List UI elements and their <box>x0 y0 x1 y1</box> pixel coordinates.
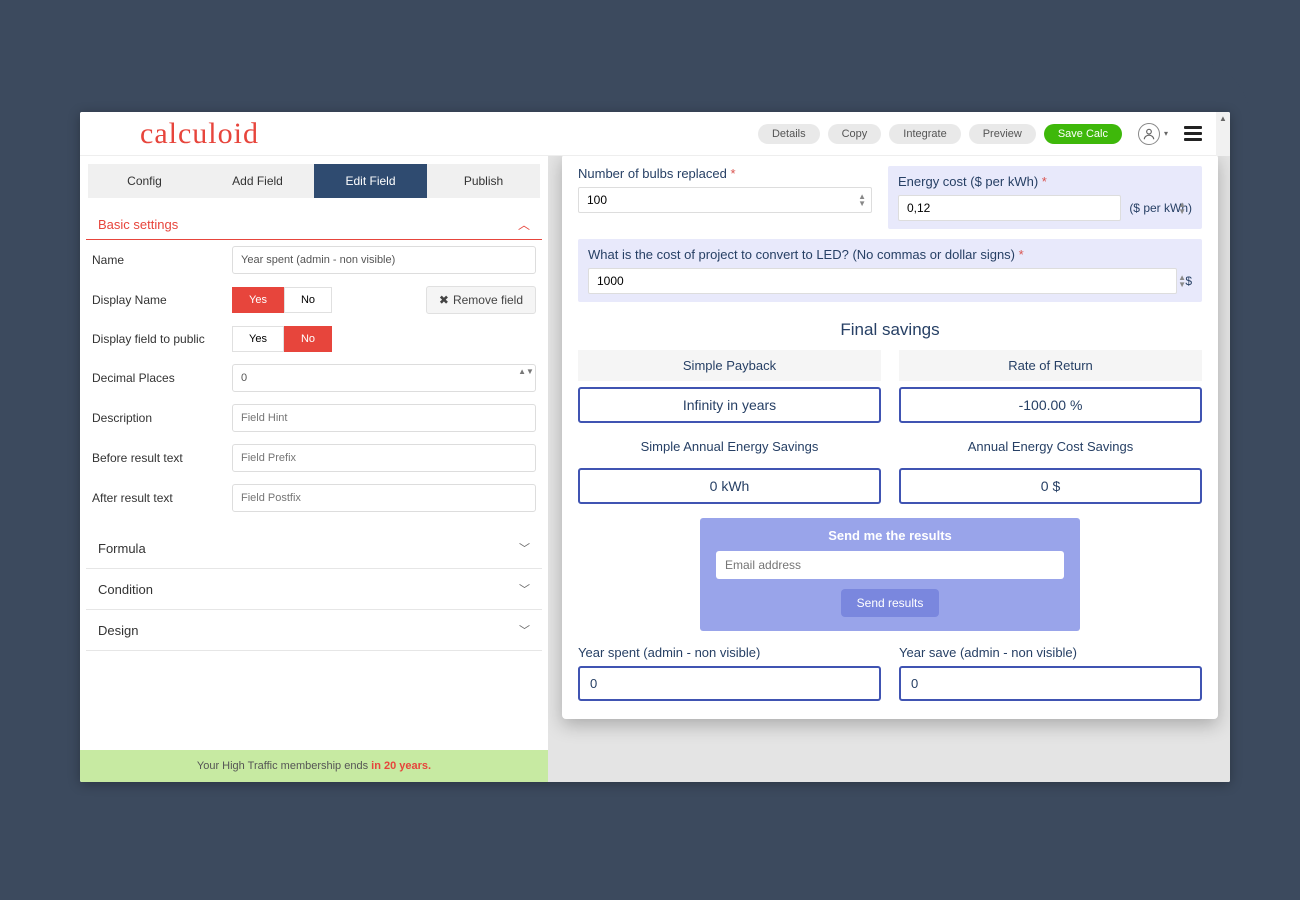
basic-settings-label: Basic settings <box>98 217 178 232</box>
chevron-down-icon: ﹀ <box>519 622 530 638</box>
annual-cost-label: Annual Energy Cost Savings <box>899 431 1202 462</box>
description-input[interactable] <box>232 404 536 432</box>
bulbs-stepper-icon[interactable]: ▲▼ <box>858 193 866 207</box>
after-label: After result text <box>92 491 232 505</box>
annual-energy-label: Simple Annual Energy Savings <box>578 431 881 462</box>
remove-field-label: Remove field <box>453 293 523 307</box>
energy-stepper-icon[interactable]: ▲▼ <box>1178 201 1186 215</box>
send-results-button[interactable]: Send results <box>841 589 940 617</box>
accordion-formula[interactable]: Formula ﹀ <box>86 528 542 569</box>
cost-unit: $ <box>1185 274 1192 288</box>
tab-config[interactable]: Config <box>88 164 201 198</box>
details-button[interactable]: Details <box>758 124 820 144</box>
copy-button[interactable]: Copy <box>828 124 882 144</box>
year-save-label: Year save (admin - non visible) <box>899 645 1202 660</box>
name-input[interactable] <box>232 246 536 274</box>
display-public-yes[interactable]: Yes <box>232 326 284 352</box>
cost-label: What is the cost of project to convert t… <box>588 247 1192 262</box>
topbar: calculoid Details Copy Integrate Preview… <box>80 112 1230 156</box>
description-label: Description <box>92 411 232 425</box>
hamburger-menu-icon[interactable] <box>1184 126 1202 141</box>
display-name-label: Display Name <box>92 293 232 307</box>
remove-field-button[interactable]: ✖ Remove field <box>426 286 536 314</box>
accordion-formula-label: Formula <box>98 541 146 556</box>
membership-text: Your High Traffic membership ends <box>197 760 371 772</box>
year-save-value: 0 <box>899 666 1202 701</box>
display-name-yes[interactable]: Yes <box>232 287 284 313</box>
decimal-input[interactable] <box>232 364 536 392</box>
preview-button[interactable]: Preview <box>969 124 1036 144</box>
accordion-design[interactable]: Design ﹀ <box>86 610 542 651</box>
save-calc-button[interactable]: Save Calc <box>1044 124 1122 144</box>
payback-label: Simple Payback <box>578 350 881 381</box>
display-name-no[interactable]: No <box>284 287 332 313</box>
energy-label: Energy cost ($ per kWh) * <box>898 174 1192 189</box>
ror-value: -100.00 % <box>899 387 1202 423</box>
display-public-no[interactable]: No <box>284 326 332 352</box>
before-input[interactable] <box>232 444 536 472</box>
send-results-card: Send me the results Send results <box>700 518 1080 631</box>
ror-label: Rate of Return <box>899 350 1202 381</box>
chevron-down-icon: ﹀ <box>519 581 530 597</box>
year-spent-value: 0 <box>578 666 881 701</box>
final-savings-heading: Final savings <box>578 320 1202 340</box>
tab-publish[interactable]: Publish <box>427 164 540 198</box>
energy-input[interactable] <box>898 195 1121 221</box>
before-label: Before result text <box>92 451 232 465</box>
name-label: Name <box>92 253 232 267</box>
display-public-label: Display field to public <box>92 332 232 346</box>
send-title: Send me the results <box>716 528 1064 543</box>
display-public-toggle: Yes No <box>232 326 536 352</box>
close-icon: ✖ <box>439 293 449 307</box>
annual-cost-value: 0 $ <box>899 468 1202 504</box>
bulbs-label: Number of bulbs replaced * <box>578 166 872 181</box>
cost-input[interactable] <box>588 268 1177 294</box>
basic-settings-header[interactable]: Basic settings ︿ <box>86 206 542 240</box>
decimal-label: Decimal Places <box>92 371 232 385</box>
payback-value: Infinity in years <box>578 387 881 423</box>
accordion-condition-label: Condition <box>98 582 153 597</box>
after-input[interactable] <box>232 484 536 512</box>
bulbs-input[interactable] <box>578 187 872 213</box>
app-window: ▲▼ calculoid Details Copy Integrate Prev… <box>80 112 1230 782</box>
tab-add-field[interactable]: Add Field <box>201 164 314 198</box>
membership-expiry: in 20 years. <box>371 760 431 772</box>
chevron-down-icon: ﹀ <box>519 540 530 556</box>
year-spent-label: Year spent (admin - non visible) <box>578 645 881 660</box>
accordion-condition[interactable]: Condition ﹀ <box>86 569 542 610</box>
editor-tabs: Config Add Field Edit Field Publish <box>88 164 540 198</box>
preview-pane: Number of bulbs replaced * ▲▼ Energy cos… <box>548 156 1230 782</box>
logo: calculoid <box>140 117 259 151</box>
tab-edit-field[interactable]: Edit Field <box>314 164 427 198</box>
user-icon[interactable] <box>1138 123 1160 145</box>
email-input[interactable] <box>716 551 1064 579</box>
annual-energy-value: 0 kWh <box>578 468 881 504</box>
accordion-design-label: Design <box>98 623 138 638</box>
decimal-stepper-icon[interactable]: ▲▼ <box>520 368 532 376</box>
user-caret-icon[interactable]: ▾ <box>1164 129 1168 138</box>
preview-card: Number of bulbs replaced * ▲▼ Energy cos… <box>562 156 1218 719</box>
integrate-button[interactable]: Integrate <box>889 124 960 144</box>
cost-stepper-icon[interactable]: ▲▼ <box>1178 274 1186 288</box>
chevron-up-icon: ︿ <box>518 216 530 233</box>
display-name-toggle: Yes No <box>232 287 332 313</box>
membership-banner: Your High Traffic membership ends in 20 … <box>80 750 548 782</box>
editor-pane: Config Add Field Edit Field Publish Basi… <box>80 156 548 782</box>
